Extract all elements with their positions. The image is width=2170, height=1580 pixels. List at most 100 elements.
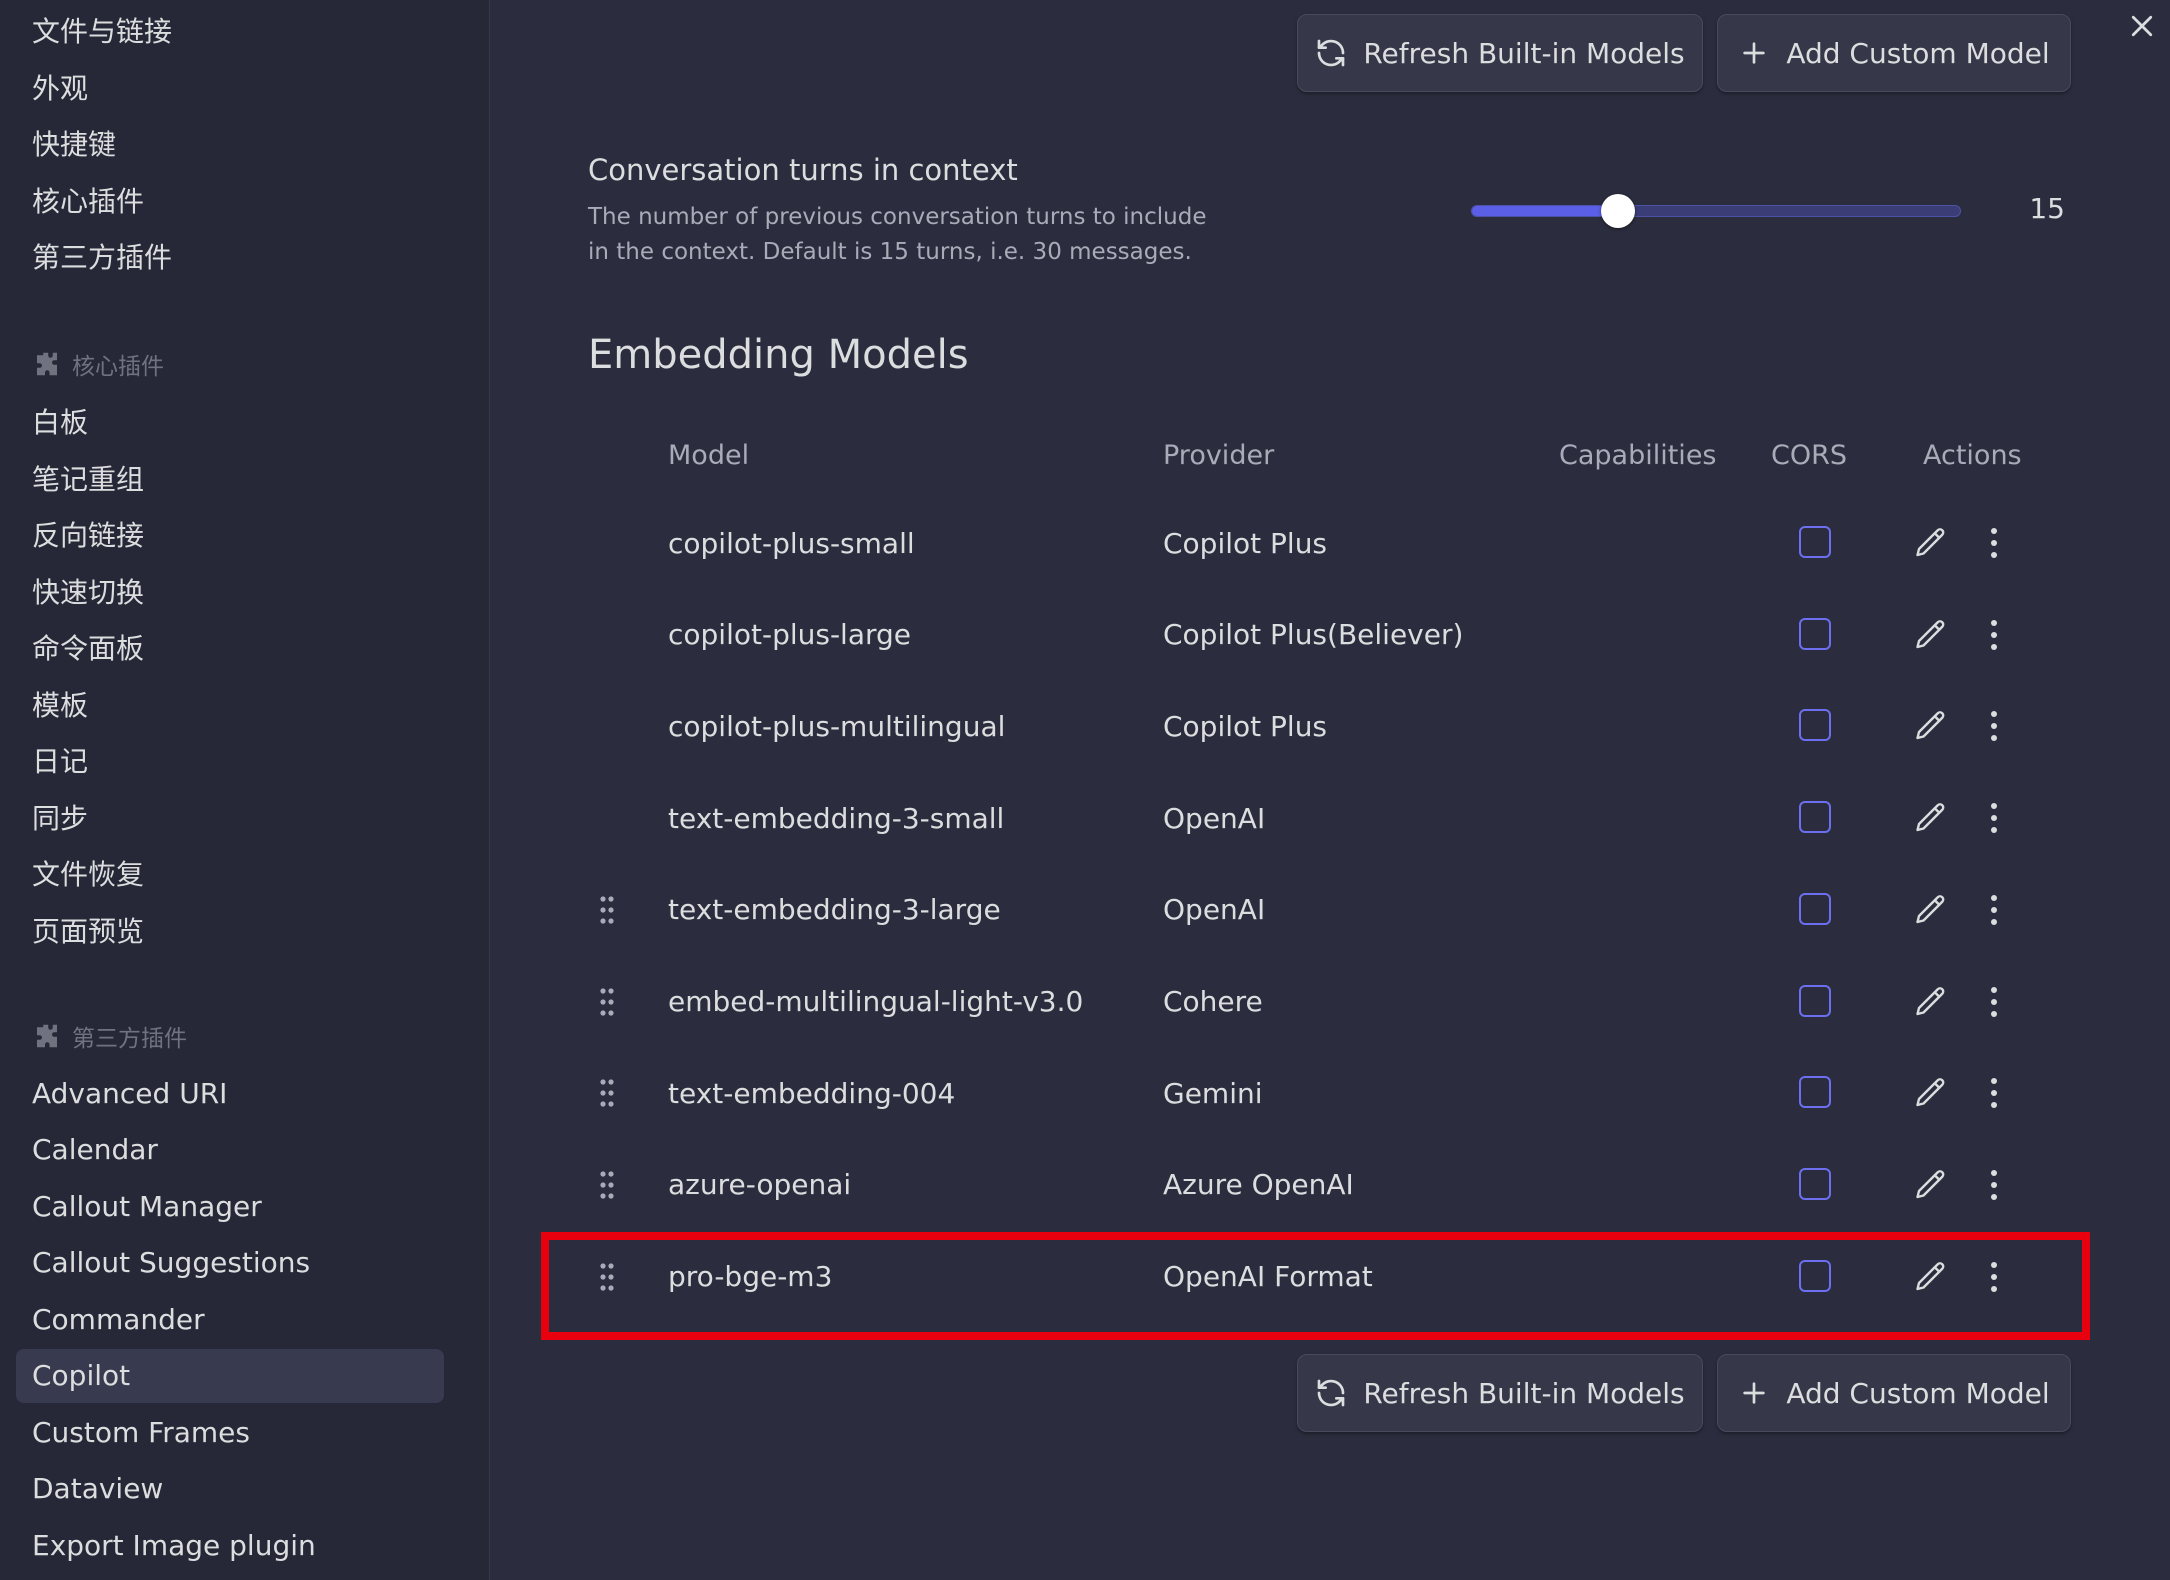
- table-row: copilot-plus-small Copilot Plus: [561, 497, 2101, 589]
- provider-name: OpenAI Format: [1163, 1260, 1373, 1294]
- provider-name: Cohere: [1163, 985, 1263, 1018]
- sidebar-heading-label: 第三方插件: [72, 1026, 187, 1052]
- sidebar-item-community-plugin[interactable]: Calendar: [16, 1123, 444, 1177]
- sidebar-heading-label: 核心插件: [72, 354, 164, 380]
- drag-handle-icon[interactable]: [599, 895, 615, 925]
- more-vertical-icon[interactable]: [1988, 1075, 2000, 1111]
- more-vertical-icon[interactable]: [1988, 800, 2000, 836]
- close-settings-button[interactable]: [2120, 4, 2164, 48]
- cors-checkbox[interactable]: [1799, 1076, 1831, 1109]
- more-vertical-icon[interactable]: [1988, 525, 2000, 561]
- provider-name: Copilot Plus: [1163, 526, 1328, 560]
- table-row: text-embedding-3-large OpenAI: [561, 864, 2101, 956]
- sidebar-item-community-plugin[interactable]: Commander: [16, 1292, 444, 1346]
- pencil-icon[interactable]: [1913, 984, 1949, 1020]
- cors-checkbox[interactable]: [1799, 1259, 1831, 1292]
- sidebar-heading-core: 核心插件: [32, 344, 164, 384]
- cors-checkbox[interactable]: [1799, 892, 1831, 925]
- table-row: text-embedding-3-small OpenAI: [561, 772, 2101, 864]
- sidebar-item-core-plugin[interactable]: 快速切换: [16, 564, 444, 618]
- drag-handle-icon[interactable]: [599, 1078, 615, 1108]
- pencil-icon[interactable]: [1913, 1259, 1949, 1295]
- drag-handle-icon[interactable]: [599, 1170, 615, 1200]
- sidebar-item-general[interactable]: 文件与链接: [16, 3, 444, 57]
- more-vertical-icon[interactable]: [1988, 1259, 2000, 1295]
- column-header-provider: Provider: [1163, 440, 1275, 471]
- sidebar-item-general[interactable]: 核心插件: [16, 173, 444, 227]
- provider-name: Azure OpenAI: [1163, 1168, 1354, 1202]
- add-custom-model-button-bottom[interactable]: Add Custom Model: [1717, 1354, 2071, 1432]
- close-icon: [2131, 15, 2153, 37]
- model-name: copilot-plus-large: [668, 618, 912, 652]
- sidebar-item-core-plugin[interactable]: 页面预览: [16, 903, 444, 957]
- add-button-label: Add Custom Model: [1786, 36, 2050, 70]
- pencil-icon[interactable]: [1913, 617, 1949, 653]
- setting-description-line: The number of previous conversation turn…: [588, 204, 1207, 230]
- cors-checkbox[interactable]: [1799, 1167, 1831, 1200]
- table-row: copilot-plus-multilingual Copilot Plus: [561, 680, 2101, 772]
- more-vertical-icon[interactable]: [1988, 708, 2000, 744]
- refresh-built-in-models-button-bottom[interactable]: Refresh Built-in Models: [1297, 1354, 1703, 1432]
- sidebar-heading-community: 第三方插件: [32, 1016, 187, 1056]
- sidebar-item-community-plugin[interactable]: Dataview: [16, 1462, 444, 1516]
- more-vertical-icon[interactable]: [1988, 1167, 2000, 1203]
- puzzle-icon: [37, 352, 57, 376]
- cors-checkbox[interactable]: [1799, 801, 1831, 834]
- pencil-icon[interactable]: [1913, 525, 1949, 561]
- pencil-icon[interactable]: [1913, 1075, 1949, 1111]
- sidebar-item-community-plugin[interactable]: Export Image plugin: [16, 1518, 444, 1572]
- refresh-built-in-models-button-top[interactable]: Refresh Built-in Models: [1297, 14, 1703, 92]
- conversation-turns-slider[interactable]: [1471, 194, 1961, 228]
- cors-checkbox[interactable]: [1799, 617, 1831, 650]
- sidebar-item-community-plugin[interactable]: Callout Manager: [16, 1179, 444, 1233]
- provider-name: Copilot Plus: [1163, 709, 1328, 743]
- pencil-icon[interactable]: [1913, 892, 1949, 928]
- model-name: copilot-plus-small: [668, 526, 915, 560]
- cors-checkbox[interactable]: [1799, 984, 1831, 1017]
- more-vertical-icon[interactable]: [1988, 617, 2000, 653]
- sidebar-item-community-plugin[interactable]: Callout Suggestions: [16, 1236, 444, 1290]
- cors-checkbox[interactable]: [1799, 526, 1831, 558]
- sidebar-item-core-plugin[interactable]: 日记: [16, 733, 444, 787]
- more-vertical-icon[interactable]: [1988, 892, 2000, 928]
- sidebar-item-core-plugin[interactable]: 命令面板: [16, 620, 444, 674]
- model-name: embed-multilingual-light-v3.0: [668, 985, 1084, 1018]
- sidebar-item-general[interactable]: 快捷键: [16, 116, 444, 170]
- more-vertical-icon[interactable]: [1988, 984, 2000, 1020]
- cors-checkbox[interactable]: [1799, 709, 1831, 742]
- pencil-icon[interactable]: [1913, 1167, 1949, 1203]
- sidebar-item-core-plugin[interactable]: 同步: [16, 790, 444, 844]
- refresh-icon: [1317, 39, 1345, 67]
- sidebar-item-core-plugin[interactable]: 白板: [16, 394, 444, 448]
- sidebar-item-general[interactable]: 外观: [16, 60, 444, 114]
- sidebar-item-core-plugin[interactable]: 反向链接: [16, 507, 444, 561]
- puzzle-icon: [37, 1024, 57, 1048]
- table-row: text-embedding-004 Gemini: [561, 1047, 2101, 1139]
- drag-handle-icon[interactable]: [599, 1262, 615, 1292]
- slider-value: 15: [2029, 192, 2065, 225]
- model-name: text-embedding-3-large: [668, 893, 1001, 927]
- provider-name: OpenAI: [1163, 893, 1266, 927]
- slider-thumb[interactable]: [1601, 194, 1636, 228]
- pencil-icon[interactable]: [1913, 800, 1949, 836]
- sidebar-item-community-plugin[interactable]: Custom Frames: [16, 1405, 444, 1459]
- add-custom-model-button-top[interactable]: Add Custom Model: [1717, 14, 2071, 92]
- sidebar-item-community-plugin[interactable]: Advanced URI: [16, 1066, 444, 1120]
- sidebar-item-core-plugin[interactable]: 模板: [16, 677, 444, 731]
- pencil-icon[interactable]: [1913, 708, 1949, 744]
- table-row: copilot-plus-large Copilot Plus(Believer): [561, 589, 2101, 681]
- sidebar-item-core-plugin[interactable]: 文件恢复: [16, 846, 444, 900]
- sidebar-item-core-plugin[interactable]: 笔记重组: [16, 451, 444, 505]
- sidebar-item-community-plugin[interactable]: Copilot: [16, 1348, 444, 1403]
- model-name: text-embedding-004: [668, 1076, 956, 1110]
- provider-name: Gemini: [1163, 1076, 1263, 1110]
- plus-icon: [1743, 1382, 1765, 1404]
- sidebar-item-general[interactable]: 第三方插件: [16, 229, 444, 283]
- refresh-button-label: Refresh Built-in Models: [1363, 1376, 1685, 1410]
- model-name: copilot-plus-multilingual: [668, 709, 1006, 743]
- setting-description: The number of previous conversation turn…: [588, 200, 1228, 270]
- column-header-model: Model: [668, 440, 750, 471]
- column-header-actions: Actions: [1923, 440, 2022, 471]
- setting-name: Conversation turns in context: [588, 153, 1018, 187]
- drag-handle-icon[interactable]: [599, 987, 615, 1017]
